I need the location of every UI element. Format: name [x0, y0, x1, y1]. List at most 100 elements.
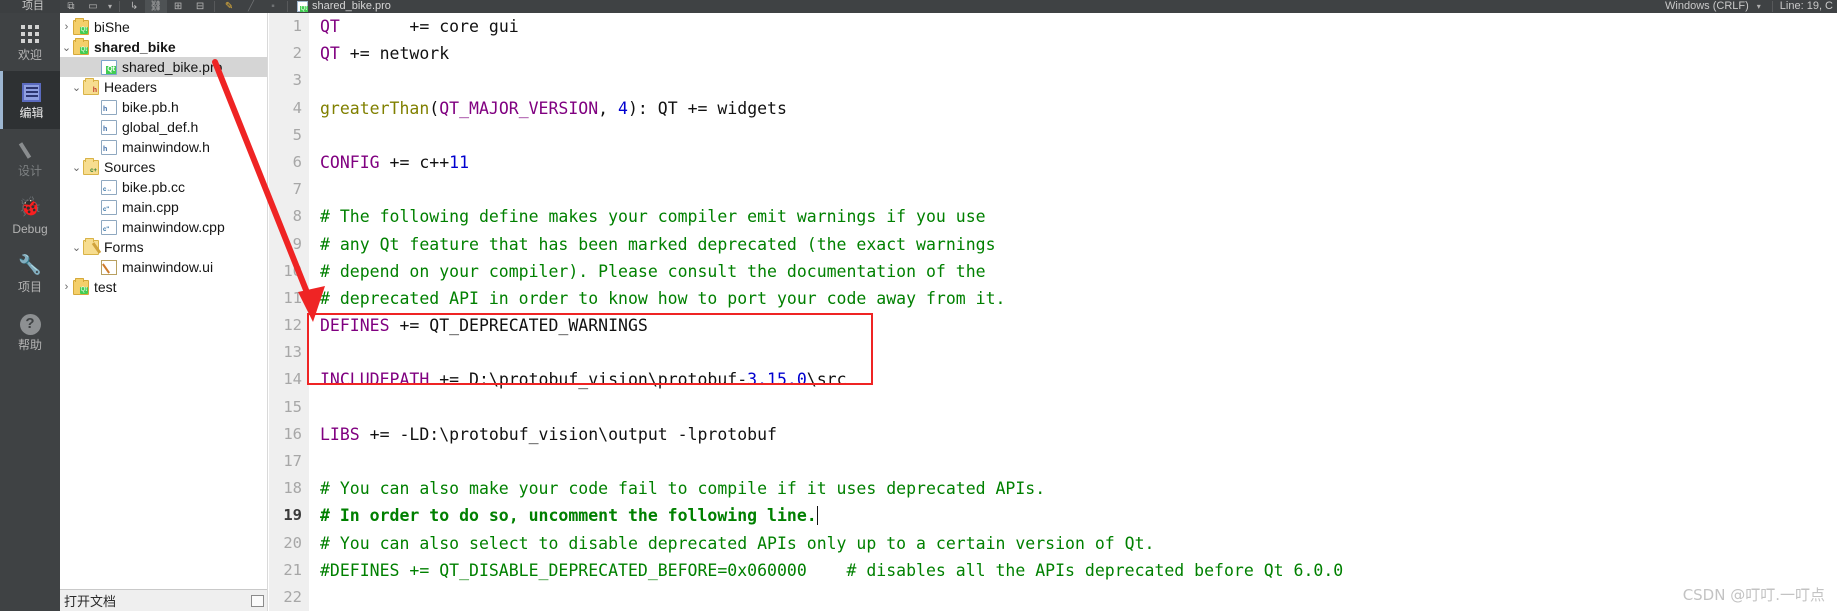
line-number: 2: [269, 40, 309, 68]
tree-item-bike.pb.cc[interactable]: bike.pb.cc: [60, 177, 267, 197]
chevron-right-icon[interactable]: ›: [60, 21, 73, 33]
tree-item-mainwindow.ui[interactable]: mainwindow.ui: [60, 257, 267, 277]
line-number: 19: [269, 502, 309, 530]
code-line[interactable]: 12 DEFINES += QT_DEPRECATED_WARNINGS: [269, 312, 1837, 340]
tree-item-test[interactable]: › test: [60, 277, 267, 297]
code-token: \src: [806, 370, 847, 390]
open-documents-pin-icon[interactable]: [251, 594, 264, 607]
code-token: += c++: [379, 152, 450, 172]
code-token: # In order to do so, uncomment the follo…: [320, 506, 817, 526]
open-documents-label: 打开文档: [64, 594, 117, 609]
gutter-spacer: [309, 94, 317, 122]
code-line[interactable]: 1 QT += core gui: [269, 13, 1837, 41]
toolbar-divider-2: [214, 1, 216, 12]
code-line[interactable]: 10 # depend on your compiler). Please con…: [269, 257, 1837, 285]
line-number: 10: [269, 257, 309, 285]
line-number: 3: [269, 67, 309, 95]
code-token: += -LD:\protobuf_vision\output -lprotobu…: [359, 424, 777, 444]
slash-icon[interactable]: ╱: [240, 0, 262, 13]
bug-icon: 🐞: [18, 197, 42, 218]
tree-item-main.cpp[interactable]: main.cpp: [60, 197, 267, 217]
tree-item-headers[interactable]: ⌄ Headers: [60, 77, 267, 97]
code-editor[interactable]: 1 QT += core gui 2 QT += network 3 4 greaterTh…: [269, 13, 1837, 611]
code-line[interactable]: 21 #DEFINES += QT_DISABLE_DEPRECATED_BEFO…: [269, 556, 1837, 584]
chevron-down-icon[interactable]: ⌄: [70, 241, 83, 254]
file-cc-icon: [101, 179, 117, 195]
code-line[interactable]: 15: [269, 393, 1837, 421]
folder-qt-icon: [73, 17, 89, 35]
gutter-spacer: [309, 502, 317, 530]
folder-qt-icon: [73, 37, 89, 55]
tree-item-label: mainwindow.ui: [122, 258, 214, 275]
open-documents-bar[interactable]: 打开文档: [60, 589, 267, 611]
chevron-down-icon[interactable]: ⌄: [70, 81, 83, 94]
code-token: QT_MAJOR_VERSION: [439, 98, 599, 118]
mode-item-projects[interactable]: 🔧 项目: [0, 245, 60, 303]
code-line[interactable]: 22: [269, 583, 1837, 611]
tree-item-forms[interactable]: ⌄ Forms: [60, 237, 267, 257]
mode-item-design[interactable]: 设计: [0, 129, 60, 187]
code-line[interactable]: 18 # You can also make your code fail to …: [269, 475, 1837, 503]
link-icon[interactable]: ⛓: [145, 0, 168, 13]
line-number: 20: [269, 529, 309, 557]
code-line[interactable]: 19 # In order to do so, uncomment the fol…: [269, 502, 1837, 530]
code-line[interactable]: 4 greaterThan(QT_MAJOR_VERSION, 4): QT +=…: [269, 94, 1837, 122]
code-line[interactable]: 17: [269, 448, 1837, 476]
gutter-spacer: [309, 393, 317, 421]
code-line[interactable]: 5: [269, 121, 1837, 149]
line-number: 9: [269, 230, 309, 258]
code-line[interactable]: 8 # The following define makes your compi…: [269, 203, 1837, 231]
code-line[interactable]: 16 LIBS += -LD:\protobuf_vision\output -l…: [269, 420, 1837, 448]
code-token: QT: [320, 44, 340, 64]
tree-item-mainwindow.cpp[interactable]: mainwindow.cpp: [60, 217, 267, 237]
mode-item-edit[interactable]: 编辑: [0, 71, 60, 129]
code-line[interactable]: 20 # You can also select to disable depre…: [269, 529, 1837, 557]
close-split-icon[interactable]: ⊟: [189, 0, 211, 13]
code-line-text: # any Qt feature that has been marked de…: [317, 231, 996, 258]
tree-item-mainwindow.h[interactable]: mainwindow.h: [60, 137, 267, 157]
bookmark-icon[interactable]: ✎: [218, 0, 240, 13]
mode-item-help[interactable]: ? 帮助: [0, 303, 60, 361]
code-line[interactable]: 13: [269, 339, 1837, 367]
mode-item-welcome[interactable]: 欢迎: [0, 13, 60, 71]
split-icon[interactable]: ⧉: [60, 0, 82, 13]
chevron-down-icon[interactable]: ⌄: [60, 41, 73, 54]
tree-item-label: test: [94, 278, 117, 295]
code-token: # any Qt feature that has been marked de…: [320, 234, 996, 254]
tree-item-shared_bike[interactable]: ⌄ shared_bike: [60, 37, 267, 57]
tree-item-shared_bike.pro[interactable]: shared_bike.pro: [60, 57, 267, 77]
mode-item-help-label: 帮助: [17, 338, 42, 352]
go-back-icon[interactable]: ↳: [123, 0, 145, 13]
code-line[interactable]: 9 # any Qt feature that has been marked d…: [269, 230, 1837, 258]
editor-file-tab[interactable]: shared_bike.pro: [291, 0, 391, 13]
chevron-down-icon[interactable]: ⌄: [70, 161, 83, 174]
pencil-icon: [20, 138, 40, 162]
code-token: # depend on your compiler). Please consu…: [320, 261, 986, 281]
question-mark-icon: ?: [19, 312, 41, 336]
line-ending-label[interactable]: Windows (CRLF): [1665, 0, 1749, 13]
tree-item-global_def.h[interactable]: global_def.h: [60, 117, 267, 137]
project-tree: › biShe ⌄ shared_bike shared_bike.pro ⌄ Header…: [60, 13, 267, 297]
code-line-text: greaterThan(QT_MAJOR_VERSION, 4): QT += …: [317, 95, 787, 122]
window-icon[interactable]: ▭: [82, 0, 104, 13]
split-horizontal-icon[interactable]: ⊞: [167, 0, 189, 13]
code-line[interactable]: 14 INCLUDEPATH += D:\protobuf_vision\prot…: [269, 366, 1837, 394]
mode-item-edit-label: 编辑: [19, 106, 44, 120]
tree-item-bike.pb.h[interactable]: bike.pb.h: [60, 97, 267, 117]
gutter-spacer: [309, 257, 317, 285]
code-line[interactable]: 6 CONFIG += c++11: [269, 148, 1837, 177]
file-cpp-icon: [101, 199, 117, 215]
chevron-right-icon[interactable]: ›: [60, 281, 73, 293]
line-ending-caret-icon[interactable]: ▾: [1753, 2, 1765, 11]
folder-cpp-icon: [83, 157, 99, 175]
tree-item-bishe[interactable]: › biShe: [60, 17, 267, 37]
stop-icon[interactable]: ▪: [262, 0, 284, 13]
code-line[interactable]: 3: [269, 67, 1837, 95]
dropdown-caret-icon[interactable]: ▾: [104, 2, 116, 11]
gutter-spacer: [309, 40, 317, 68]
mode-item-debug[interactable]: 🐞 Debug: [0, 187, 60, 245]
code-line[interactable]: 11 # deprecated API in order to know how …: [269, 284, 1837, 313]
code-line[interactable]: 7: [269, 176, 1837, 204]
tree-item-sources[interactable]: ⌄ Sources: [60, 157, 267, 177]
code-line[interactable]: 2 QT += network: [269, 40, 1837, 68]
